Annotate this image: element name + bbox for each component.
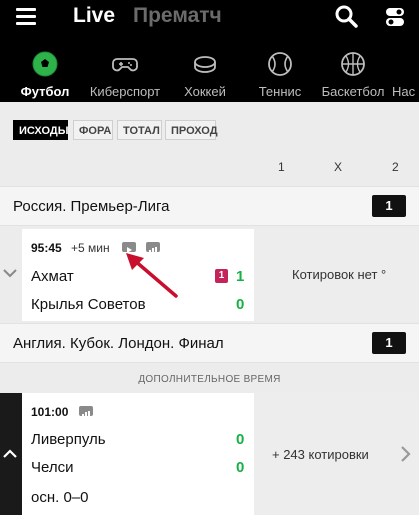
sport-tab-label: Хоккей — [184, 84, 226, 99]
league-header[interactable]: Россия. Премьер-Лига 1 — [0, 186, 419, 226]
gamepad-icon — [112, 58, 138, 72]
tab-live[interactable]: Live — [73, 4, 115, 28]
collapse-handle[interactable] — [0, 393, 22, 515]
column-header-1: 1 — [278, 160, 285, 174]
league-count-badge: 1 — [372, 332, 406, 354]
search-icon[interactable] — [334, 4, 358, 28]
filter-handicap[interactable]: ФОРА — [73, 120, 113, 140]
main-time-score: осн. 0–0 — [31, 489, 89, 506]
sport-tab-label: Теннис — [258, 84, 302, 99]
match-row[interactable]: 101:00 Ливерпуль 0 Челси 0 осн. 0–0 + 24… — [0, 393, 419, 515]
sport-tab-label: Баскетбол — [321, 84, 385, 99]
filter-outcomes[interactable]: ИСХОДЫ — [13, 120, 69, 140]
match-time: 101:00 — [31, 405, 69, 419]
match-row[interactable]: 95:45 +5 мин Ахмат 1 1 Крылья Советов 0 … — [0, 229, 419, 321]
tab-prematch[interactable]: Прематч — [133, 4, 222, 28]
team-home: Ахмат — [31, 268, 74, 285]
odds-status: Котировок нет ° — [292, 267, 387, 282]
sport-tab-football[interactable]: Футбол — [5, 46, 85, 99]
soccer-ball-icon — [32, 51, 58, 77]
odds-cell[interactable]: + 243 котировки — [254, 393, 419, 515]
annotation-arrow-icon — [126, 253, 178, 298]
filter-qualify[interactable]: ПРОХОД — [165, 120, 218, 140]
sport-tab-label: Нас — [392, 84, 416, 99]
added-time: +5 мин — [71, 241, 110, 255]
sport-tab-hockey[interactable]: Хоккей — [165, 46, 245, 99]
sport-tab-more[interactable]: Нас — [392, 46, 419, 99]
tennis-ball-icon — [268, 52, 292, 76]
sport-tab-tennis[interactable]: Теннис — [240, 46, 320, 99]
basketball-icon — [341, 52, 365, 76]
team-home: Ливерпуль — [31, 431, 106, 448]
sport-tabs: Футбол Киберспорт Хоккей Теннис Баскетбо… — [0, 46, 419, 102]
filter-total[interactable]: ТОТАЛ — [117, 120, 162, 140]
column-header-x: X — [334, 160, 343, 174]
chevron-up-icon — [3, 449, 17, 458]
sport-tab-basketball[interactable]: Баскетбол — [313, 46, 393, 99]
menu-icon[interactable] — [16, 8, 36, 26]
score-home: 1 — [236, 268, 245, 285]
chevron-down-icon — [3, 269, 17, 278]
expand-handle[interactable] — [0, 229, 22, 321]
sport-tab-label: Киберспорт — [89, 84, 161, 99]
score-away: 0 — [236, 459, 245, 476]
score-home: 0 — [236, 431, 245, 448]
league-name: Россия. Премьер-Лига — [13, 198, 170, 215]
match-card[interactable]: 101:00 Ливерпуль 0 Челси 0 осн. 0–0 — [22, 393, 254, 515]
column-header-2: 2 — [392, 160, 399, 174]
odds-cell[interactable]: Котировок нет ° — [254, 229, 419, 321]
sport-tab-label: Футбол — [20, 84, 70, 99]
sport-tab-esports[interactable]: Киберспорт — [85, 46, 165, 99]
settings-toggle-icon[interactable] — [384, 6, 406, 28]
hockey-puck-icon — [194, 56, 216, 73]
team-away: Челси — [31, 459, 74, 476]
top-bar: Live Прематч Футбол Киберспорт Хоккей Те… — [0, 0, 419, 102]
stats-icon[interactable] — [79, 406, 93, 417]
score-away: 0 — [236, 296, 245, 313]
red-card-badge: 1 — [215, 269, 228, 283]
chevron-right-icon[interactable] — [399, 445, 411, 463]
match-time: 95:45 — [31, 241, 62, 255]
league-name: Англия. Кубок. Лондон. Финал — [13, 335, 224, 352]
league-count-badge: 1 — [372, 195, 406, 217]
league-header[interactable]: Англия. Кубок. Лондон. Финал 1 — [0, 323, 419, 363]
odds-count-link[interactable]: + 243 котировки — [272, 447, 369, 462]
match-stage-label: ДОПОЛНИТЕЛЬНОЕ ВРЕМЯ — [138, 374, 281, 385]
